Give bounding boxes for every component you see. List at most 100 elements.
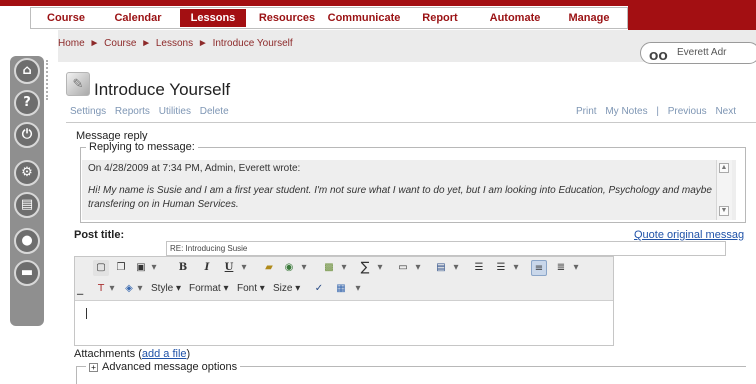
font-dropdown[interactable]: Font ▾ (237, 281, 265, 297)
format-dropdown[interactable]: Format ▾ (189, 281, 228, 297)
breadcrumb-lessons[interactable]: Lessons (156, 38, 193, 49)
subnav-print[interactable]: Print (576, 106, 597, 117)
scroll-down-icon[interactable]: ▼ (719, 206, 729, 216)
add-file-link[interactable]: add a file (142, 348, 187, 360)
table-icon[interactable]: ▭ (395, 260, 411, 276)
subnav-left: Settings Reports Utilities Delete (70, 106, 235, 117)
save-icon[interactable]: ▤ (433, 260, 449, 276)
expand-icon[interactable]: + (89, 363, 98, 372)
link-dropdown-icon[interactable]: ▾ (301, 260, 307, 276)
page-title: Introduce Yourself (94, 80, 231, 99)
list-dropdown-icon[interactable]: ▾ (513, 260, 519, 276)
nav-course[interactable]: Course (36, 9, 96, 27)
image-icon[interactable]: ▩ (321, 260, 337, 276)
breadcrumb-course[interactable]: Course (104, 38, 136, 49)
post-title-label: Post title: (74, 229, 125, 241)
attachments-label: Attachments ( (74, 348, 142, 360)
attachments-row: Attachments (add a file) (74, 348, 190, 360)
image-dropdown-icon[interactable]: ▾ (341, 260, 347, 276)
breadcrumb-separator: ► (141, 38, 152, 49)
numbered-list-icon[interactable]: ☰ (471, 260, 487, 276)
bullet-list-icon[interactable]: ☰ (493, 260, 509, 276)
align-center-icon[interactable]: ≣ (553, 260, 569, 276)
text-cursor (86, 308, 87, 319)
bold-button[interactable]: B (175, 260, 191, 276)
nav-resources[interactable]: Resources (254, 9, 320, 27)
glasses-icon: OO (649, 50, 668, 63)
size-label: Size (273, 283, 293, 294)
highlight-icon[interactable]: ◈ (121, 281, 137, 297)
format-dropdown-icon[interactable]: ▾ (241, 260, 247, 276)
breadcrumb-current[interactable]: Introduce Yourself (213, 38, 293, 49)
nav-calendar[interactable]: Calendar (104, 9, 172, 27)
align-left-icon[interactable]: ≡ (531, 260, 547, 276)
format-label: Format (189, 283, 221, 294)
rail-handle[interactable] (46, 60, 50, 100)
breadcrumb: Home ► Course ► Lessons ► Introduce Your… (58, 38, 295, 49)
subnav-next[interactable]: Next (715, 106, 736, 117)
breadcrumb-separator: ► (89, 38, 100, 49)
folder-icon[interactable]: ▤ (14, 192, 40, 218)
italic-button[interactable]: I (199, 260, 215, 276)
subnav-my-notes[interactable]: My Notes (605, 106, 647, 117)
left-rail: ⌂ ? ⏻ ⚙ ▤ ● ▬ (0, 30, 58, 384)
style-dropdown[interactable]: Style ▾ (151, 281, 181, 297)
subnav-utilities[interactable]: Utilities (159, 106, 191, 117)
font-label: Font (237, 283, 258, 294)
scroll-up-icon[interactable]: ▲ (719, 163, 729, 173)
nav-lessons[interactable]: Lessons (180, 9, 246, 27)
top-nav: Course Calendar Lessons Resources Commun… (0, 0, 756, 30)
pin-icon: ✎ (66, 72, 90, 96)
subnav-previous[interactable]: Previous (668, 106, 707, 117)
size-dropdown[interactable]: Size ▾ (273, 281, 300, 297)
nav-right-band (628, 0, 756, 30)
replying-legend: Replying to message: (86, 141, 198, 153)
text-color-dropdown-icon[interactable]: ▾ (109, 281, 115, 297)
user-name: Everett Adr (677, 47, 727, 58)
gear-icon[interactable]: ⚙ (14, 160, 40, 186)
breadcrumb-separator: ► (197, 38, 208, 49)
folder-icon[interactable]: ▰ (261, 260, 277, 276)
editor-toolbar: ▢ ❐ ▣ ▾ B I U ▾ ▰ ◉ ▾ ▩ ▾ ∑ ▾ ▭ ▾ ▤ ▾ ☰ … (75, 257, 613, 301)
clipboard-icon[interactable]: ▦ (333, 281, 349, 297)
style-label: Style (151, 283, 174, 294)
home-icon[interactable]: ⌂ (14, 58, 40, 84)
advanced-options-toggle[interactable]: + Advanced message options (86, 361, 241, 373)
post-title-input[interactable]: RE: Introducing Susie (166, 241, 726, 256)
attachments-close: ) (186, 348, 191, 360)
subnav-right: Print My Notes | Previous Next (576, 106, 742, 117)
subnav-settings[interactable]: Settings (70, 106, 106, 117)
help-icon[interactable]: ? (14, 90, 40, 116)
subnav-divider: | (656, 106, 659, 117)
breadcrumb-home[interactable]: Home (58, 38, 85, 49)
sigma-dropdown-icon[interactable]: ▾ (377, 260, 383, 276)
clipboard-dropdown-icon[interactable]: ▾ (355, 281, 361, 297)
nav-automate[interactable]: Automate (480, 9, 550, 27)
align-dropdown-icon[interactable]: ▾ (573, 260, 579, 276)
subnav-reports[interactable]: Reports (115, 106, 150, 117)
save-dropdown-icon[interactable]: ▾ (453, 260, 459, 276)
copy-icon[interactable]: ❐ (113, 260, 129, 276)
power-icon[interactable]: ⏻ (14, 122, 40, 148)
chat-icon[interactable]: ▬ (14, 260, 40, 286)
quote-body: Hi! My name is Susie and I am a first ye… (88, 185, 712, 210)
underline-button[interactable]: U (221, 260, 237, 276)
quote-original-link[interactable]: Quote original messag (634, 229, 744, 241)
sigma-icon[interactable]: ∑ (357, 260, 373, 276)
paste-dropdown-icon[interactable]: ▾ (151, 260, 157, 276)
paste-icon[interactable]: ▣ (133, 260, 149, 276)
subnav-delete[interactable]: Delete (200, 106, 229, 117)
link-icon[interactable]: ◉ (281, 260, 297, 276)
spellcheck-icon[interactable]: ✓ (311, 281, 327, 297)
user-menu[interactable]: OO Everett Adr (640, 42, 756, 64)
text-color-icon[interactable]: T (93, 281, 109, 297)
nav-communicate[interactable]: Communicate (324, 9, 404, 27)
person-icon[interactable]: ● (14, 228, 40, 254)
toolbar-grip-icon[interactable]: ▁ (77, 283, 83, 299)
cut-icon[interactable]: ▢ (93, 260, 109, 276)
quote-header: On 4/28/2009 at 7:34 PM, Admin, Everett … (88, 163, 301, 174)
nav-report[interactable]: Report (412, 9, 468, 27)
highlight-dropdown-icon[interactable]: ▾ (137, 281, 143, 297)
nav-manage[interactable]: Manage (556, 9, 622, 27)
table-dropdown-icon[interactable]: ▾ (415, 260, 421, 276)
